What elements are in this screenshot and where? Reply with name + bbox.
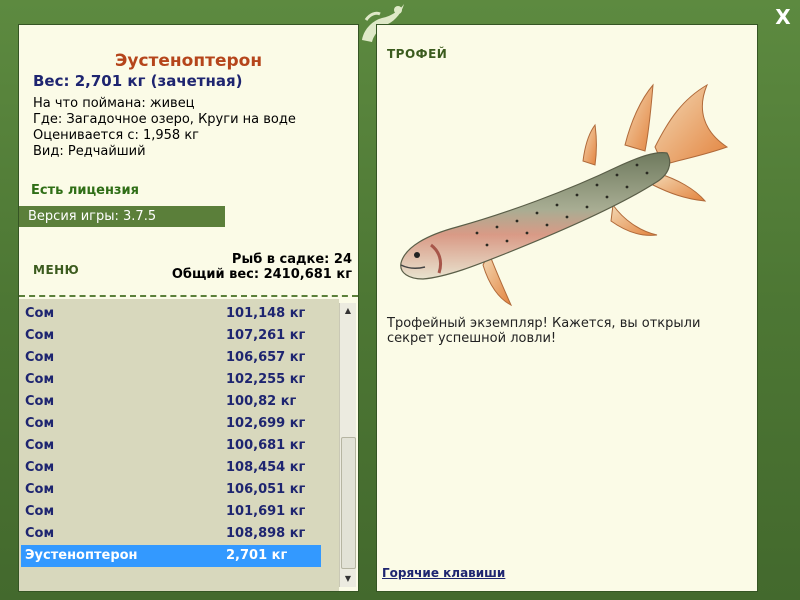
scroll-thumb[interactable] xyxy=(341,437,356,569)
list-scrollbar[interactable]: ▲ ▼ xyxy=(339,303,356,587)
fish-weight: Вес: 2,701 кг (зачетная) xyxy=(33,72,243,90)
license-status: Есть лицензия xyxy=(31,183,139,198)
catch-location: Где: Загадочное озеро, Круги на воде xyxy=(33,112,296,127)
dashed-divider xyxy=(19,295,358,297)
catch-fish-name: Сом xyxy=(25,416,55,431)
catch-fish-weight: 2,701 кг xyxy=(226,548,288,563)
catch-fish-name: Сом xyxy=(25,372,55,387)
catch-list-row[interactable]: Эустеноптерон 2,701 кг xyxy=(21,545,321,567)
game-version-bar: Версия игры: 3.7.5 xyxy=(19,206,225,227)
catch-list-row[interactable]: Сом 106,657 кг xyxy=(21,347,321,369)
catch-list-row[interactable]: Сом 108,898 кг xyxy=(21,523,321,545)
catch-fish-name: Сом xyxy=(25,504,55,519)
menu-button[interactable]: МЕНЮ xyxy=(33,263,79,277)
catch-fish-weight: 108,898 кг xyxy=(226,526,306,541)
catch-list-row[interactable]: Сом 108,454 кг xyxy=(21,457,321,479)
catch-fish-name: Сом xyxy=(25,306,55,321)
fish-image xyxy=(400,83,729,307)
catch-fish-name: Сом xyxy=(25,526,55,541)
scroll-down-arrow-icon[interactable]: ▼ xyxy=(340,571,356,587)
catch-fish-weight: 102,255 кг xyxy=(226,372,306,387)
total-weight: Общий вес: 2410,681 кг xyxy=(171,267,352,282)
catch-fish-name: Эустеноптерон xyxy=(25,548,138,563)
hotkeys-link[interactable]: Горячие клавиши xyxy=(382,566,505,580)
catch-fish-weight: 101,691 кг xyxy=(226,504,306,519)
catch-fish-weight: 106,657 кг xyxy=(226,350,306,365)
catch-list-row[interactable]: Сом 102,255 кг xyxy=(21,369,321,391)
fish-name: Эустеноптерон xyxy=(114,51,263,71)
catch-list-row[interactable]: Сом 101,148 кг xyxy=(21,303,321,325)
catch-list-row[interactable]: Сом 100,681 кг xyxy=(21,435,321,457)
close-icon: X xyxy=(775,5,791,29)
catch-list-row[interactable]: Сом 100,82 кг xyxy=(21,391,321,413)
catch-fish-weight: 100,681 кг xyxy=(226,438,306,453)
catch-fish-name: Сом xyxy=(25,394,55,409)
catch-fish-weight: 102,699 кг xyxy=(226,416,306,431)
catch-fish-weight: 106,051 кг xyxy=(226,482,306,497)
catch-fish-weight: 108,454 кг xyxy=(226,460,306,475)
catch-list-row[interactable]: Сом 106,051 кг xyxy=(21,479,321,501)
catch-fish-name: Сом xyxy=(25,438,55,453)
catch-fish-name: Сом xyxy=(25,328,55,343)
catch-fish-name: Сом xyxy=(25,482,55,497)
catch-list[interactable]: Сом 101,148 кг Сом 107,261 кг Сом 106,657 кг С… xyxy=(19,299,339,591)
catch-fish-name: Сом xyxy=(25,460,55,475)
catch-list-row[interactable]: Сом 101,691 кг xyxy=(21,501,321,523)
catch-fish-name: Сом xyxy=(25,350,55,365)
catch-fish-weight: 107,261 кг xyxy=(226,328,306,343)
fish-count: Рыб в садке: 24 xyxy=(231,252,352,267)
valued-from: Оценивается с: 1,958 кг xyxy=(33,128,200,143)
trophy-panel: ТРОФЕЙ Трофейный экземпляр! Кажется, вы … xyxy=(376,24,758,592)
caught-on: На что поймана: живец xyxy=(33,96,195,111)
catch-list-row[interactable]: Сом 102,699 кг xyxy=(21,413,321,435)
scroll-up-arrow-icon[interactable]: ▲ xyxy=(340,303,356,319)
trophy-message: Трофейный экземпляр! Кажется, вы открыли… xyxy=(387,316,701,346)
close-button[interactable]: X xyxy=(772,6,794,28)
catch-list-row[interactable]: Сом 107,261 кг xyxy=(21,325,321,347)
fish-kind: Вид: Редчайший xyxy=(33,144,146,159)
catch-fish-weight: 101,148 кг xyxy=(226,306,306,321)
catch-info-panel: Эустеноптерон Вес: 2,701 кг (зачетная) Н… xyxy=(18,24,359,592)
catch-fish-weight: 100,82 кг xyxy=(226,394,297,409)
